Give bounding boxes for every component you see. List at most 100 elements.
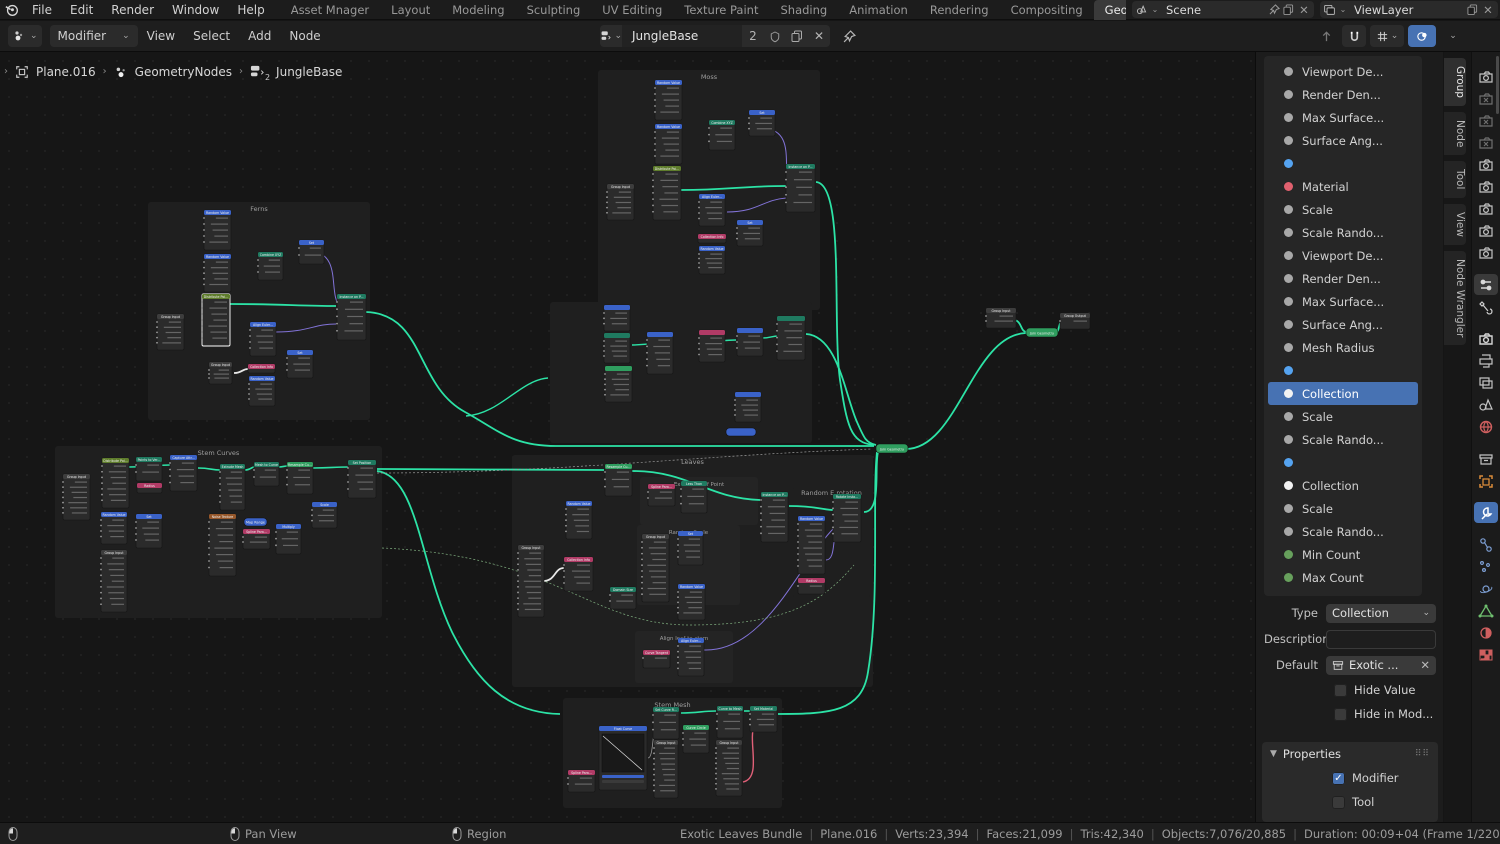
- menu-render[interactable]: Render: [102, 0, 163, 20]
- properties-tab-texture-icon[interactable]: [1474, 644, 1498, 665]
- socket-item-surface-ang-[interactable]: Surface Ang...: [1268, 129, 1418, 152]
- node[interactable]: Scale: [311, 502, 337, 528]
- node[interactable]: Domain Size: [609, 587, 636, 609]
- viewlayer-selector[interactable]: ⌄ ViewLayer ✕: [1320, 1, 1498, 18]
- properties-tab-constraint-icon[interactable]: [1474, 534, 1498, 555]
- node[interactable]: Group Input: [641, 534, 669, 602]
- properties-tab-object-icon[interactable]: [1474, 470, 1498, 491]
- node[interactable]: Group Input: [517, 545, 544, 617]
- editor-menu-node[interactable]: Node: [280, 29, 329, 43]
- node[interactable]: Set: [736, 220, 763, 246]
- editor-type-button[interactable]: ⌄: [8, 25, 42, 47]
- node[interactable]: Align Euler...: [677, 638, 704, 676]
- editor-menu-select[interactable]: Select: [184, 29, 239, 43]
- properties-tab-render-icon[interactable]: [1474, 328, 1498, 349]
- node-editor-canvas[interactable]: MossFernsStem CurvesLeavesExclude Leaf P…: [0, 52, 1255, 822]
- properties-tab-scene-icon[interactable]: [1474, 394, 1498, 415]
- description-input[interactable]: [1326, 630, 1436, 649]
- mode-dropdown[interactable]: Modifier⌄: [50, 25, 138, 47]
- node[interactable]: Less Than: [680, 481, 707, 513]
- socket-item-viewport-de-[interactable]: Viewport De...: [1268, 244, 1418, 267]
- overlays-toggle[interactable]: [1408, 25, 1436, 47]
- copy-icon[interactable]: [786, 25, 808, 47]
- tree-name-field[interactable]: JungleBase: [622, 25, 742, 47]
- workspace-tab-layout[interactable]: Layout: [380, 0, 441, 20]
- socket-item-scale[interactable]: Scale: [1268, 198, 1418, 221]
- hide-value-row[interactable]: Hide Value: [1264, 678, 1436, 702]
- node[interactable]: Random Value: [797, 516, 825, 574]
- node[interactable]: Resample Cu...: [286, 462, 313, 494]
- socket-item-surface-ang-[interactable]: Surface Ang...: [1268, 313, 1418, 336]
- node[interactable]: Capture Attr...: [169, 455, 197, 491]
- unlink-icon[interactable]: ✕: [808, 25, 830, 47]
- copy-icon[interactable]: [1467, 4, 1481, 15]
- node[interactable]: Align Euler...: [698, 194, 725, 226]
- menu-window[interactable]: Window: [163, 0, 228, 20]
- socket-item[interactable]: [1268, 451, 1418, 474]
- blender-logo-icon[interactable]: [0, 2, 23, 17]
- workspace-tab-uv-editing[interactable]: UV Editing: [591, 0, 673, 20]
- node[interactable]: Collection Info: [563, 557, 593, 591]
- node[interactable]: Float Curve: [599, 726, 647, 790]
- node[interactable]: Distribute Poi...: [201, 294, 230, 346]
- snap-magnet-icon[interactable]: [1342, 25, 1366, 47]
- node[interactable]: Set: [748, 110, 775, 136]
- node[interactable]: Random Value: [203, 254, 231, 292]
- socket-item-scale-rando-[interactable]: Scale Rando...: [1268, 221, 1418, 244]
- hide-value-checkbox[interactable]: [1334, 684, 1347, 697]
- properties-tab-camera-icon[interactable]: [1474, 154, 1498, 175]
- hide-in-modifier-checkbox[interactable]: [1334, 708, 1347, 721]
- node[interactable]: Group Input: [100, 550, 127, 612]
- socket-item[interactable]: [1268, 152, 1418, 175]
- node[interactable]: Combine XYZ: [708, 120, 735, 150]
- socket-item[interactable]: [1268, 359, 1418, 382]
- node[interactable]: [776, 316, 805, 360]
- node[interactable]: Spline Para...: [647, 484, 675, 506]
- clear-icon[interactable]: ✕: [1420, 658, 1430, 672]
- node[interactable]: Radius: [137, 483, 162, 493]
- node[interactable]: Distribute Poi...: [101, 458, 129, 508]
- default-collection-field[interactable]: Exotic ... ✕: [1326, 656, 1436, 675]
- workspace-tab-geometry-nodes[interactable]: Geometry Nodes: [1094, 0, 1126, 20]
- snap-options-dropdown[interactable]: ⌄: [1370, 25, 1404, 47]
- node[interactable]: [646, 332, 673, 374]
- node[interactable]: [604, 366, 632, 402]
- node[interactable]: Join Geometry: [1026, 328, 1058, 337]
- socket-item-min-count[interactable]: Min Count: [1268, 543, 1418, 566]
- node[interactable]: Combine XYZ: [257, 252, 283, 280]
- tool-checkbox[interactable]: [1332, 796, 1345, 809]
- workspace-tab-sculpting[interactable]: Sculpting: [516, 0, 592, 20]
- node[interactable]: Group Output: [1059, 313, 1090, 329]
- viewlayer-dropdown-chevron[interactable]: ⌄: [1336, 5, 1350, 14]
- viewlayer-name[interactable]: ViewLayer: [1350, 3, 1467, 17]
- modifier-checkbox[interactable]: ✓: [1332, 772, 1345, 785]
- node[interactable]: Join Geometry: [876, 444, 908, 453]
- properties-tab-collection-icon[interactable]: [1474, 448, 1498, 469]
- socket-item-max-count[interactable]: Max Count: [1268, 566, 1418, 589]
- properties-tab-physics-icon[interactable]: [1474, 578, 1498, 599]
- node[interactable]: [726, 428, 756, 436]
- node[interactable]: [736, 328, 763, 356]
- properties-tab-world-icon[interactable]: [1474, 416, 1498, 437]
- node[interactable]: Curve Tangent: [642, 650, 670, 668]
- parent-tree-button[interactable]: [1314, 25, 1338, 47]
- node[interactable]: Noise Texture: [208, 514, 236, 576]
- sidebar-tab-group[interactable]: Group: [1444, 58, 1466, 106]
- breadcrumb-tree[interactable]: JungleBase: [276, 65, 342, 79]
- node[interactable]: Set: [677, 531, 703, 565]
- node[interactable]: Group Input: [653, 740, 678, 798]
- node[interactable]: Radius: [797, 578, 825, 594]
- properties-tab-output-icon[interactable]: [1474, 350, 1498, 371]
- workspace-tab-rendering[interactable]: Rendering: [919, 0, 1000, 20]
- node[interactable]: Extrude Mesh: [219, 464, 245, 510]
- node[interactable]: Random Value: [654, 124, 682, 164]
- workspace-tab-shading[interactable]: Shading: [769, 0, 838, 20]
- overlays-dropdown-chevron[interactable]: ⌄: [1440, 25, 1464, 47]
- sidebar-tab-node[interactable]: Node: [1444, 112, 1466, 155]
- node[interactable]: Spline Para...: [567, 770, 595, 792]
- sidebar-tab-view[interactable]: View: [1444, 204, 1466, 245]
- properties-tab-camera-icon[interactable]: [1474, 198, 1498, 219]
- workspace-tab-compositing[interactable]: Compositing: [1000, 0, 1094, 20]
- node[interactable]: Multiply: [275, 524, 301, 554]
- panel-grip[interactable]: ⠿⠿: [1415, 749, 1430, 759]
